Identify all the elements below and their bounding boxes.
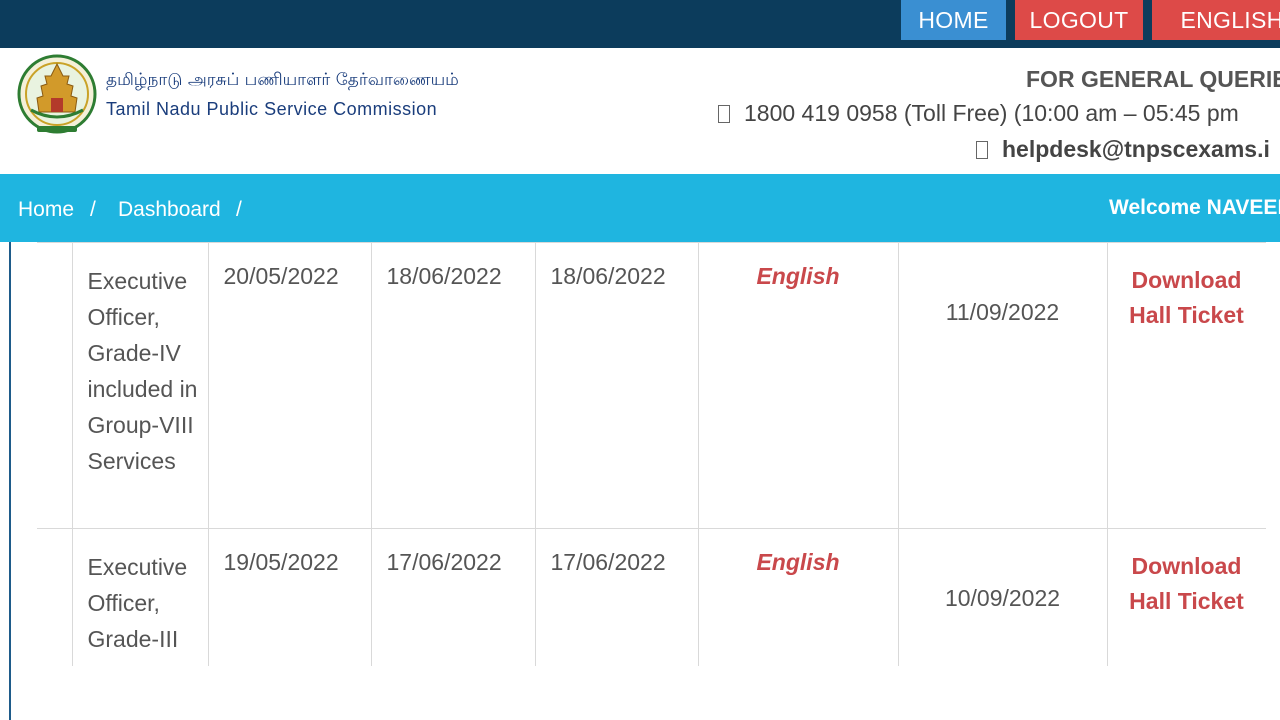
language-english-button[interactable]: ENGLISH — [1152, 0, 1280, 40]
download-hall-ticket-link[interactable]: Download Hall Ticket — [1108, 243, 1266, 333]
envelope-icon — [976, 141, 988, 159]
table-row: Executive Officer, Grade-IV included in … — [37, 242, 1266, 529]
welcome-user-text: Welcome NAVEEN — [1109, 196, 1280, 219]
date-value: 18/06/2022 — [550, 263, 666, 289]
table-cell-date: 18/06/2022 — [534, 242, 699, 529]
table-cell-language: English — [697, 528, 899, 666]
table-cell-action: Download Hall Ticket — [1106, 528, 1266, 666]
content-left-border — [9, 242, 11, 720]
helpdesk-email[interactable]: helpdesk@tnpscexams.i — [976, 136, 1270, 163]
helpline-phone-text: 1800 419 0958 (Toll Free) (10:00 am – 05… — [744, 100, 1239, 126]
date-value: 18/06/2022 — [386, 263, 502, 289]
table-cell-post: Executive Officer, Grade-III — [71, 528, 209, 666]
breadcrumb-dashboard-link[interactable]: Dashboard — [118, 198, 221, 222]
top-nav-bar: HOME LOGOUT ENGLISH — [0, 0, 1280, 48]
post-name: Executive Officer, Grade-IV included in … — [87, 268, 198, 474]
general-queries-title: FOR GENERAL QUERIE — [1026, 66, 1280, 92]
breadcrumb: Home / Dashboard / Welcome NAVEEN — [0, 174, 1280, 242]
home-button[interactable]: HOME — [901, 0, 1006, 40]
helpdesk-email-text[interactable]: helpdesk@tnpscexams.i — [1002, 136, 1270, 162]
table-cell-date: 20/05/2022 — [207, 242, 372, 529]
logout-button[interactable]: LOGOUT — [1015, 0, 1143, 40]
language-link[interactable]: English — [699, 243, 898, 290]
helpline-phone: 1800 419 0958 (Toll Free) (10:00 am – 05… — [718, 100, 1239, 127]
breadcrumb-home-link[interactable]: Home — [18, 198, 74, 222]
language-link[interactable]: English — [699, 529, 898, 576]
hall-ticket-table: Executive Officer, Grade-IV included in … — [37, 242, 1266, 666]
org-name-english: Tamil Nadu Public Service Commission — [106, 99, 438, 119]
post-name: Executive Officer, Grade-III — [87, 554, 188, 652]
date-value: 17/06/2022 — [386, 549, 502, 575]
table-cell-index — [37, 528, 73, 666]
table-cell-action: Download Hall Ticket — [1106, 242, 1266, 529]
date-value: 20/05/2022 — [223, 263, 339, 289]
table-cell-exam-date: 11/09/2022 — [897, 242, 1108, 529]
download-hall-ticket-link[interactable]: Download Hall Ticket — [1108, 529, 1266, 619]
exam-date-value: 10/09/2022 — [944, 585, 1061, 611]
breadcrumb-separator: / — [90, 198, 96, 221]
site-header: தமிழ்நாடு அரசுப் பணியாளர் தேர்வாணையம் Ta… — [0, 48, 1280, 174]
table-row: Executive Officer, Grade-III 19/05/2022 … — [37, 528, 1266, 666]
date-value: 19/05/2022 — [223, 549, 339, 575]
date-value: 17/06/2022 — [550, 549, 666, 575]
phone-icon — [718, 105, 730, 123]
table-cell-date: 19/05/2022 — [207, 528, 372, 666]
org-name-tamil: தமிழ்நாடு அரசுப் பணியாளர் தேர்வாணையம் — [106, 70, 459, 90]
tn-government-emblem-icon — [17, 54, 97, 134]
table-cell-date: 17/06/2022 — [370, 528, 536, 666]
hall-ticket-table-container: Executive Officer, Grade-IV included in … — [37, 242, 1266, 666]
exam-date-value: 11/09/2022 — [945, 299, 1060, 325]
table-cell-language: English — [697, 242, 899, 529]
table-cell-date: 18/06/2022 — [370, 242, 536, 529]
table-cell-exam-date: 10/09/2022 — [897, 528, 1108, 666]
table-cell-post: Executive Officer, Grade-IV included in … — [71, 242, 209, 529]
table-cell-date: 17/06/2022 — [534, 528, 699, 666]
table-cell-index — [37, 242, 73, 529]
breadcrumb-separator: / — [236, 198, 242, 221]
